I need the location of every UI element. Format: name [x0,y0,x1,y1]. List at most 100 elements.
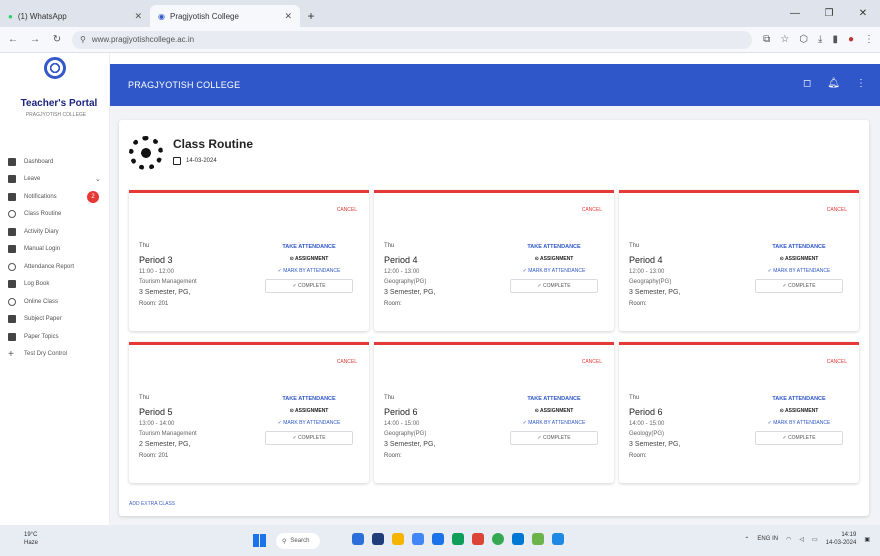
mark-by-attendance-button[interactable]: ✓ MARK BY ATTENDANCE [278,265,341,277]
close-window-icon[interactable]: ✕ [846,0,880,27]
card-period: Period 4 [384,255,418,265]
sidebar-item-test-dry-control[interactable]: + Test Dry Control [0,346,110,364]
mark-by-attendance-button[interactable]: ✓ MARK BY ATTENDANCE [278,417,341,429]
sidebar-item-class-routine[interactable]: Class Routine [0,206,110,224]
volume-icon[interactable]: ◁ [799,536,804,543]
app-icon[interactable] [412,533,424,545]
notification-center-icon[interactable]: ▣ [864,536,870,543]
assignment-button[interactable]: ⊙ ASSIGNMENT [780,405,819,417]
profile-avatar-icon[interactable]: ● [848,34,854,45]
close-tab-icon[interactable]: ✕ [284,11,292,22]
complete-button[interactable]: ✓ COMPLETE [510,279,598,293]
sidebar-item-label: Paper Topics [24,333,59,340]
cancel-button[interactable]: CANCEL [582,207,602,213]
grid-icon [8,245,16,254]
complete-button[interactable]: ✓ COMPLETE [265,431,353,445]
take-attendance-button[interactable]: TAKE ATTENDANCE [527,393,580,405]
mark-by-attendance-button[interactable]: ✓ MARK BY ATTENDANCE [523,417,586,429]
app-icon[interactable] [352,533,364,545]
chevron-up-icon[interactable]: ⌃ [744,536,749,543]
mark-by-attendance-button[interactable]: ✓ MARK BY ATTENDANCE [768,417,831,429]
mark-by-attendance-button[interactable]: ✓ MARK BY ATTENDANCE [523,265,586,277]
reload-icon[interactable]: ↻ [50,34,64,45]
app-icon[interactable] [372,533,384,545]
sidebar-item-paper-topics[interactable]: Paper Topics [0,328,110,346]
sidebar-item-manual-login[interactable]: Manual Login [0,241,110,259]
taskbar-search[interactable]: ⚲ Search [276,533,320,549]
app-icon[interactable] [472,533,484,545]
app-icon[interactable] [432,533,444,545]
take-attendance-button[interactable]: TAKE ATTENDANCE [282,241,335,253]
cancel-button[interactable]: CANCEL [582,359,602,365]
card-period: Period 6 [384,407,418,417]
routine-date: 14-03-2024 [173,157,217,165]
mark-by-attendance-button[interactable]: ✓ MARK BY ATTENDANCE [768,265,831,277]
sidepanel-icon[interactable]: ▮ [832,34,838,45]
take-attendance-button[interactable]: TAKE ATTENDANCE [772,241,825,253]
translate-icon[interactable]: ⧉ [763,34,770,45]
browser-menu-icon[interactable]: ⋮ [864,34,874,45]
assignment-button[interactable]: ⊙ ASSIGNMENT [290,405,329,417]
tab-whatsapp[interactable]: ● (1) WhatsApp ✕ [0,5,150,27]
cancel-button[interactable]: CANCEL [337,359,357,365]
complete-button[interactable]: ✓ COMPLETE [510,431,598,445]
battery-icon[interactable]: ▭ [812,536,818,543]
sidebar-item-leave[interactable]: Leave ⌄ [0,171,110,189]
card-course: Geology(PG) [629,431,665,437]
assignment-button[interactable]: ⊙ ASSIGNMENT [535,405,574,417]
sidebar-item-online-class[interactable]: Online Class [0,293,110,311]
sidebar-item-dashboard[interactable]: Dashboard [0,153,110,171]
download-icon[interactable]: ⤓ [818,34,822,45]
app-icon[interactable] [452,533,464,545]
sidebar-item-label: Subject Paper [24,316,62,323]
app-icon[interactable] [392,533,404,545]
app-icon[interactable] [512,533,524,545]
sidebar-item-notifications[interactable]: Notifications 2 [0,188,110,206]
sidebar-item-attendance-report[interactable]: Attendance Report [0,258,110,276]
more-vert-icon[interactable]: ⋮ [856,78,866,89]
url-input[interactable]: ⚲ www.pragjyotishcollege.ac.in [72,30,752,49]
fullscreen-icon[interactable]: ◻ [803,78,811,89]
portal-title: Teacher's Portal [20,98,98,109]
close-tab-icon[interactable]: ✕ [134,11,142,22]
site-info-icon[interactable]: ⚲ [80,35,86,44]
wifi-icon[interactable]: ◠ [786,536,791,543]
cancel-button[interactable]: CANCEL [337,207,357,213]
lang-indicator[interactable]: ENG IN [757,536,778,542]
mark-label: MARK BY ATTENDANCE [528,268,586,274]
sidebar: Teacher's Portal PRAGJYOTISH COLLEGE Das… [0,53,110,525]
assignment-button[interactable]: ⊙ ASSIGNMENT [780,253,819,265]
weather-widget[interactable]: 19°C Haze [24,531,38,547]
sidebar-item-log-book[interactable]: Log Book [0,276,110,294]
add-extra-class-link[interactable]: ADD EXTRA CLASS [129,501,175,507]
sidebar-item-subject-paper[interactable]: Subject Paper [0,311,110,329]
assignment-button[interactable]: ⊙ ASSIGNMENT [290,253,329,265]
maximize-icon[interactable]: ❐ [812,0,846,27]
clock[interactable]: 14:19 14-03-2024 [826,531,857,547]
bookmark-star-icon[interactable]: ☆ [780,34,789,45]
complete-button[interactable]: ✓ COMPLETE [755,431,843,445]
minimize-icon[interactable]: — [778,0,812,27]
sidebar-item-activity-diary[interactable]: Activity Diary [0,223,110,241]
complete-button[interactable]: ✓ COMPLETE [265,279,353,293]
tab-pragjyotish[interactable]: ◉ Pragjyotish College ✕ [150,5,300,27]
assignment-label: ASSIGNMENT [785,256,819,262]
app-icon[interactable] [552,533,564,545]
card-actions: TAKE ATTENDANCE ⊙ ASSIGNMENT ✓ MARK BY ATT… [257,241,361,293]
extensions-icon[interactable]: ⬡ [799,34,808,45]
back-icon[interactable]: ← [6,34,20,45]
take-attendance-button[interactable]: TAKE ATTENDANCE [772,393,825,405]
cancel-button[interactable]: CANCEL [827,207,847,213]
take-attendance-button[interactable]: TAKE ATTENDANCE [282,393,335,405]
system-tray: ⌃ ENG IN ◠ ◁ ▭ 14:19 14-03-2024 ▣ [744,531,870,547]
cancel-button[interactable]: CANCEL [827,359,847,365]
complete-button[interactable]: ✓ COMPLETE [755,279,843,293]
take-attendance-button[interactable]: TAKE ATTENDANCE [527,241,580,253]
bell-icon[interactable]: 🔔︎ [827,78,840,89]
new-tab-button[interactable]: + [300,5,322,27]
windows-start-icon[interactable] [253,534,266,547]
app-icon[interactable] [532,533,544,545]
forward-icon[interactable]: → [28,34,42,45]
assignment-button[interactable]: ⊙ ASSIGNMENT [535,253,574,265]
chrome-icon[interactable] [492,533,504,545]
